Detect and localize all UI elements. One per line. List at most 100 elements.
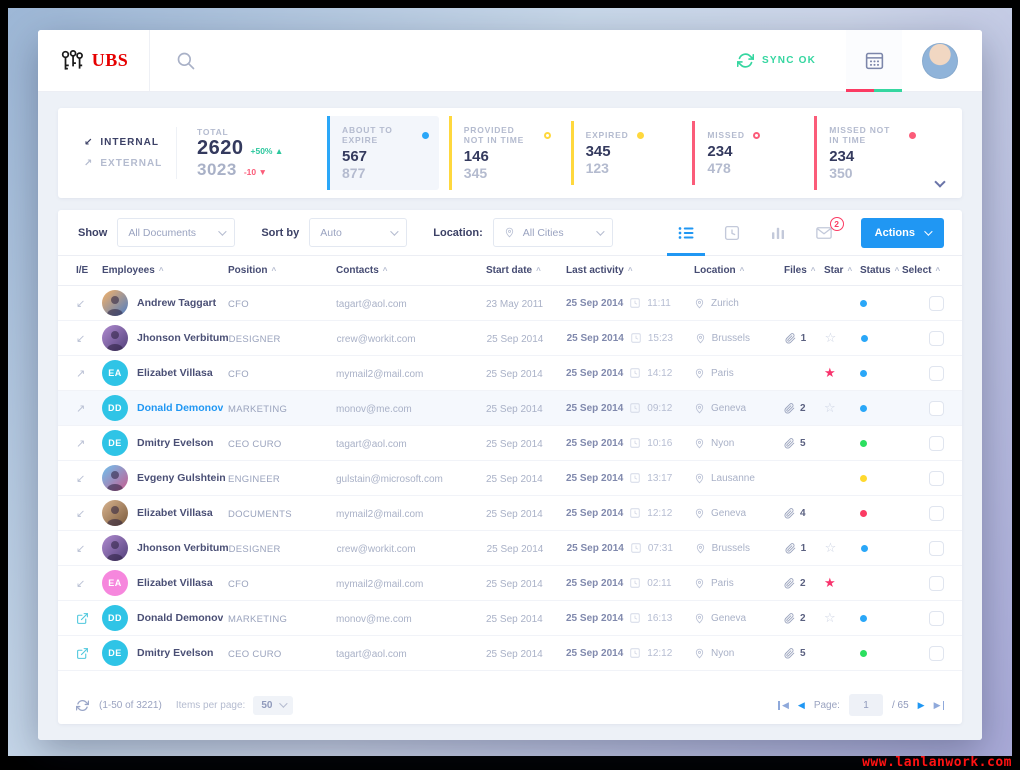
row-checkbox[interactable] — [929, 540, 944, 556]
avatar[interactable] — [102, 535, 128, 561]
avatar[interactable]: DD — [102, 395, 128, 421]
tab-list-view[interactable] — [663, 210, 709, 256]
contact-email[interactable]: tagart@aol.com — [336, 649, 407, 660]
contact-email[interactable]: crew@workit.com — [337, 334, 416, 345]
contact-email[interactable]: monov@me.com — [336, 614, 412, 625]
star-icon[interactable]: ★ — [824, 575, 836, 590]
avatar[interactable] — [102, 290, 128, 316]
actions-button[interactable]: Actions — [860, 217, 944, 248]
table-row[interactable]: ↙ Andrew Taggart CFO tagart@aol.com 23 M… — [58, 286, 962, 321]
stat-card[interactable]: MISSED NOT IN TIME 234 350 — [814, 116, 926, 190]
employee-name[interactable]: Elizabet Villasa — [137, 507, 213, 519]
table-row[interactable]: DD Donald Demonov MARKETING monov@me.com… — [58, 601, 962, 636]
star-icon[interactable]: ★ — [824, 365, 836, 380]
column-header[interactable]: Select ^ — [902, 265, 940, 276]
star-icon[interactable]: ☆ — [824, 400, 836, 415]
calendar-button[interactable] — [846, 30, 902, 92]
user-avatar[interactable] — [922, 42, 958, 79]
location-select[interactable]: All Cities — [492, 218, 613, 247]
employee-name[interactable]: Donald Demonov — [137, 612, 223, 624]
avatar[interactable] — [102, 465, 128, 491]
avatar[interactable]: DD — [102, 605, 128, 631]
files-cell[interactable]: 2 — [784, 402, 824, 414]
contact-email[interactable]: tagart@aol.com — [336, 439, 407, 450]
row-checkbox[interactable] — [929, 295, 944, 311]
column-header[interactable]: Star ^ — [824, 265, 860, 276]
row-checkbox[interactable] — [929, 400, 944, 416]
avatar[interactable] — [102, 325, 128, 351]
row-checkbox[interactable] — [929, 470, 944, 486]
next-page-button[interactable]: ▶ — [918, 700, 925, 711]
first-page-button[interactable]: ◀ — [778, 700, 789, 711]
column-header[interactable]: Contacts ^ — [336, 265, 486, 276]
column-header[interactable]: Position ^ — [228, 265, 336, 276]
files-cell[interactable]: 5 — [784, 437, 824, 449]
contact-email[interactable]: crew@workit.com — [337, 544, 416, 555]
files-cell[interactable]: 5 — [784, 647, 824, 659]
avatar[interactable]: EA — [102, 570, 128, 596]
avatar[interactable]: DE — [102, 430, 128, 456]
row-checkbox[interactable] — [929, 610, 944, 626]
employee-name[interactable]: Jhonson Verbitum — [137, 332, 229, 344]
contact-email[interactable]: mymail2@mail.com — [336, 509, 423, 520]
star-icon[interactable]: ☆ — [825, 330, 837, 345]
table-row[interactable]: ↙ Jhonson Verbitum DESIGNER crew@workit.… — [58, 321, 962, 356]
column-header[interactable]: Status ^ — [860, 265, 902, 276]
avatar[interactable]: DE — [102, 640, 128, 666]
stat-card[interactable]: PROVIDED NOT IN TIME 146 345 — [448, 116, 561, 190]
column-header[interactable]: Files ^ — [784, 265, 815, 276]
star-icon[interactable]: ☆ — [824, 610, 836, 625]
column-header[interactable]: Employees ^ — [102, 265, 163, 276]
last-page-button[interactable]: ▶ — [934, 700, 944, 711]
employee-name[interactable]: Jhonson Verbitum — [137, 542, 229, 554]
contact-email[interactable]: mymail2@mail.com — [336, 579, 423, 590]
row-checkbox[interactable] — [929, 645, 944, 661]
table-row[interactable]: ↙ Jhonson Verbitum DESIGNER crew@workit.… — [58, 531, 962, 566]
table-row[interactable]: ↙ EA Elizabet Villasa CFO mymail2@mail.c… — [58, 566, 962, 601]
show-select[interactable]: All Documents — [117, 218, 236, 247]
items-per-page-select[interactable]: 50 — [253, 695, 294, 715]
files-cell[interactable]: 1 — [785, 542, 825, 554]
sort-select[interactable]: Auto — [309, 218, 408, 247]
refresh-icon[interactable] — [76, 699, 89, 712]
column-header[interactable]: Location ^ — [694, 265, 744, 276]
column-header[interactable]: Last activity ^ — [566, 265, 632, 276]
employee-name[interactable]: Elizabet Villasa — [137, 367, 213, 379]
table-row[interactable]: ↙ Evgeny Gulshtein ENGINEER gulstain@mic… — [58, 461, 962, 496]
employee-name[interactable]: Andrew Taggart — [137, 297, 216, 309]
avatar[interactable]: EA — [102, 360, 128, 386]
brand-logo[interactable]: UBS — [38, 30, 150, 91]
employee-name[interactable]: Elizabet Villasa — [137, 577, 213, 589]
tab-chart-view[interactable] — [755, 210, 801, 255]
table-row[interactable]: ↗ DE Dmitry Evelson CEO CURO tagart@aol.… — [58, 426, 962, 461]
table-row[interactable]: ↙ Elizabet Villasa DOCUMENTS mymail2@mai… — [58, 496, 962, 531]
star-icon[interactable]: ☆ — [825, 540, 837, 555]
prev-page-button[interactable]: ◀ — [798, 700, 805, 711]
table-row[interactable]: ↗ EA Elizabet Villasa CFO mymail2@mail.c… — [58, 356, 962, 391]
stat-card[interactable]: MISSED 234 478 — [692, 121, 804, 185]
table-row[interactable]: DE Dmitry Evelson CEO CURO tagart@aol.co… — [58, 636, 962, 671]
files-cell[interactable]: 2 — [784, 612, 824, 624]
stat-card[interactable]: EXPIRED 345 123 — [570, 121, 683, 185]
avatar[interactable] — [102, 500, 128, 526]
table-row[interactable]: ↗ DD Donald Demonov MARKETING monov@me.c… — [58, 391, 962, 426]
employee-name[interactable]: Evgeny Gulshtein — [137, 472, 226, 484]
employee-name[interactable]: Dmitry Evelson — [137, 647, 213, 659]
tab-recent-view[interactable] — [709, 210, 755, 255]
row-checkbox[interactable] — [929, 505, 944, 521]
row-checkbox[interactable] — [929, 365, 944, 381]
search-icon[interactable] — [176, 51, 196, 71]
row-checkbox[interactable] — [929, 435, 944, 451]
contact-email[interactable]: mymail2@mail.com — [336, 369, 423, 380]
contact-email[interactable]: tagart@aol.com — [336, 299, 407, 310]
files-cell[interactable]: 1 — [785, 332, 825, 344]
files-cell[interactable]: 4 — [784, 507, 824, 519]
employee-name[interactable]: Dmitry Evelson — [137, 437, 213, 449]
files-cell[interactable]: 2 — [784, 577, 824, 589]
external-label[interactable]: ↗ EXTERNAL — [84, 158, 176, 169]
contact-email[interactable]: gulstain@microsoft.com — [336, 474, 443, 485]
tab-mail-view[interactable]: 2 — [801, 210, 847, 255]
employee-name[interactable]: Donald Demonov — [137, 402, 223, 414]
internal-label[interactable]: ↙ INTERNAL — [84, 137, 176, 148]
row-checkbox[interactable] — [929, 330, 944, 346]
